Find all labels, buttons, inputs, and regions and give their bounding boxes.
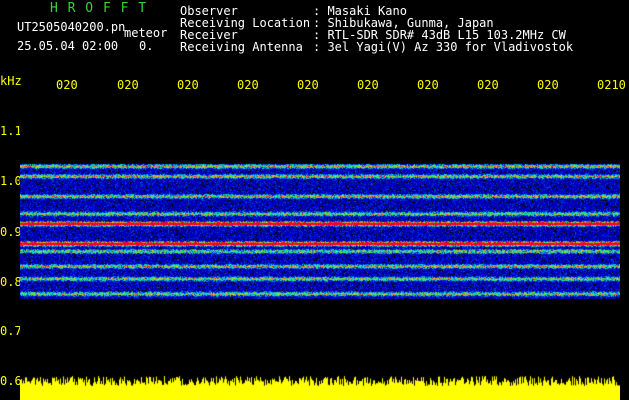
mode-label: meteor (124, 26, 168, 40)
time-tick: 020 (297, 78, 319, 92)
time-tick: 020 (417, 78, 439, 92)
spectrogram-plot (20, 95, 620, 400)
time-tick: 020 (56, 78, 78, 92)
antenna-label: Receiving Antenna (180, 40, 303, 54)
y-tick: 1.0 (0, 174, 22, 188)
y-tick: 0.8 (0, 275, 22, 289)
time-tick: 020 (237, 78, 259, 92)
time-tick: 020 (117, 78, 139, 92)
time-tick: 020 (357, 78, 379, 92)
time-tick: 020 (177, 78, 199, 92)
antenna-value: : 3el Yagi(V) Az 330 for Vladivostok (313, 40, 574, 54)
y-tick: 0.7 (0, 324, 22, 338)
y-tick: 0.9 (0, 225, 22, 239)
system-title: H R O F F T (50, 1, 148, 16)
filename-label: UT2505040200.pn (17, 20, 126, 34)
time-tick: 020 (477, 78, 499, 92)
y-tick: 1.1 (0, 124, 22, 138)
count-label: 0. (139, 39, 154, 53)
datetime-label: 25.05.04 02:00 (17, 39, 119, 53)
time-tick: 020 (537, 78, 559, 92)
time-tick: 0210 (597, 78, 626, 92)
y-tick: 0.6 (0, 374, 22, 388)
time-axis: 020 020 020 020 020 020 020 020 020 0210 (0, 78, 629, 94)
